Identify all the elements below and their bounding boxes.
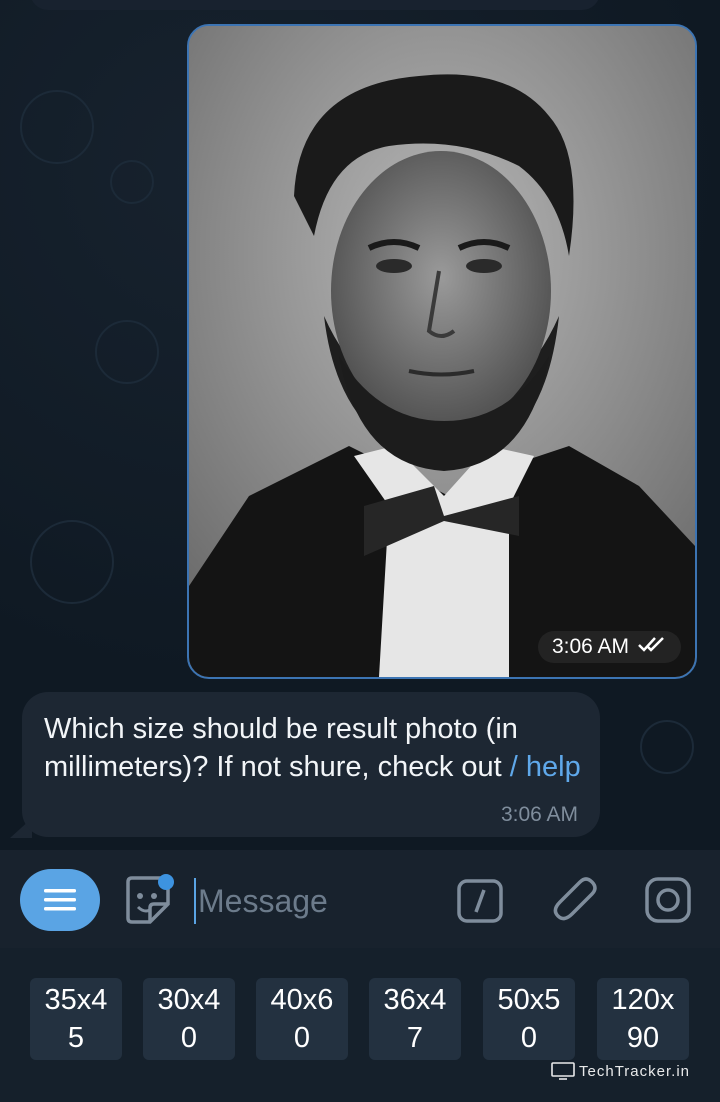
- portrait-photo[interactable]: [189, 26, 695, 677]
- slash-command-icon: [457, 879, 503, 923]
- background-doodle: [20, 90, 94, 164]
- keyboard-button-36x47[interactable]: 36x4 7: [369, 978, 461, 1060]
- keyboard-button-30x40[interactable]: 30x4 0: [143, 978, 235, 1060]
- text-message-bubble[interactable]: Which size should be result photo (in mi…: [22, 692, 600, 837]
- watermark: TechTracker.in: [551, 1062, 690, 1080]
- sticker-icon: [126, 874, 174, 924]
- message-timestamp: 3:06 AM: [500, 803, 578, 826]
- chat-area: 3:06 AM Which size should be result phot…: [0, 0, 720, 850]
- message-input[interactable]: [194, 878, 440, 924]
- photo-message[interactable]: 3:06 AM: [187, 24, 697, 679]
- menu-button[interactable]: [20, 869, 100, 931]
- keyboard-button-35x45[interactable]: 35x4 5: [30, 978, 122, 1060]
- photo-timestamp: 3:06 AM: [537, 631, 681, 663]
- double-check-icon: [637, 635, 667, 659]
- previous-message-bubble[interactable]: [30, 0, 600, 10]
- sticker-button[interactable]: [122, 874, 174, 926]
- help-command-link[interactable]: / help: [510, 751, 581, 783]
- watermark-text: TechTracker.in: [579, 1062, 690, 1080]
- background-doodle: [640, 720, 694, 774]
- photo-time-text: 3:06 AM: [551, 635, 629, 658]
- keyboard-button-120x90[interactable]: 120x 90: [597, 978, 689, 1060]
- monitor-icon: [551, 1062, 575, 1080]
- attach-button[interactable]: [550, 874, 602, 928]
- bot-keyboard: 35x4 5 30x4 0 40x6 0 36x4 7 50x5 0 120x …: [0, 948, 720, 1102]
- bot-commands-button[interactable]: [456, 878, 504, 924]
- message-input-bar: [0, 850, 720, 948]
- menu-icon: [44, 889, 76, 911]
- keyboard-button-50x50[interactable]: 50x5 0: [483, 978, 575, 1060]
- message-text: Which size should be result photo (in mi…: [44, 713, 581, 783]
- camera-button[interactable]: [644, 876, 692, 924]
- background-doodle: [30, 520, 114, 604]
- keyboard-button-40x60[interactable]: 40x6 0: [256, 978, 348, 1060]
- camera-icon: [645, 877, 691, 923]
- paperclip-icon: [553, 877, 597, 921]
- background-doodle: [110, 160, 154, 204]
- background-doodle: [95, 320, 159, 384]
